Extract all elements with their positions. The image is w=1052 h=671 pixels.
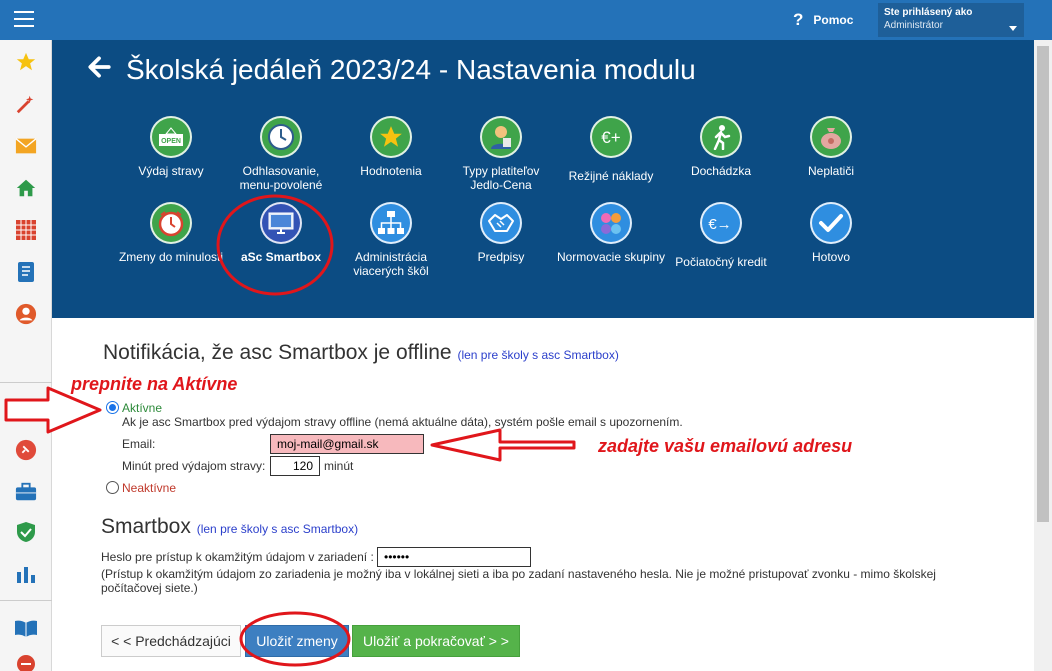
tile-label: Neplatiči <box>807 164 855 178</box>
home-icon[interactable] <box>12 174 40 202</box>
euro-plus-icon: €+ <box>590 116 632 158</box>
chart-icon[interactable] <box>12 560 40 588</box>
notification-description: Ak je asc Smartbox pred výdajom stravy o… <box>122 415 683 429</box>
save-button[interactable]: Uložiť zmeny <box>245 625 349 657</box>
tile-label: Odhlasovanie, menu-povolené <box>239 164 323 192</box>
svg-text:OPEN: OPEN <box>161 138 181 145</box>
inactive-label[interactable]: Neaktívne <box>122 481 176 495</box>
help-button[interactable]: ? Pomoc <box>793 10 853 30</box>
star-icon <box>370 116 412 158</box>
euro-arrow-icon: €→ <box>700 202 742 244</box>
monitor-icon <box>260 202 302 244</box>
annotation-switch-active: prepnite na Aktívne <box>71 374 238 394</box>
tile-neplatici[interactable]: Neplatiči <box>776 116 886 178</box>
notification-heading-note: (len pre školy s asc Smartbox) <box>457 348 619 362</box>
tile-predpisy[interactable]: Predpisy <box>446 202 556 264</box>
tile-hodnotenia[interactable]: Hodnotenia <box>336 116 446 178</box>
tile-vydaj-stravy[interactable]: OPEN Výdaj stravy <box>116 116 226 178</box>
stop-icon[interactable] <box>12 650 40 671</box>
tile-label: Hodnotenia <box>360 164 422 178</box>
magic-wand-icon[interactable] <box>12 90 40 118</box>
tile-dochadzka[interactable]: Dochádzka <box>666 116 776 178</box>
tile-label: Typy platiteľov Jedlo-Cena <box>462 164 540 192</box>
page-title: Školská jedáleň 2023/24 - Nastavenia mod… <box>126 54 696 85</box>
left-sidebar <box>0 40 52 671</box>
smartbox-heading: Smartbox <box>101 515 191 538</box>
tile-label: Počiatočný kredit <box>675 255 767 269</box>
tile-label: Administrácia viacerých škôl <box>353 250 429 278</box>
minutes-label: Minút pred výdajom stravy: <box>122 459 266 473</box>
tile-label: Normovacie skupiny <box>556 250 666 264</box>
active-radio[interactable] <box>106 401 119 414</box>
user-caption: Ste prihlásený ako <box>884 7 973 18</box>
tile-label: Dochádzka <box>690 164 752 178</box>
tile-label: Režijné náklady <box>568 169 654 183</box>
tile-asc-smartbox[interactable]: aSc Smartbox <box>226 202 336 264</box>
tile-label: Zmeny do minulosti <box>118 250 224 264</box>
network-icon <box>370 202 412 244</box>
notification-section: Notifikácia, že asc Smartbox je offline … <box>103 341 619 365</box>
tile-label: Predpisy <box>477 250 525 264</box>
tile-hotovo[interactable]: Hotovo <box>776 202 886 264</box>
tile-normovacie-skupiny[interactable]: Normovacie skupiny <box>556 202 666 264</box>
help-icon: ? <box>793 10 804 29</box>
groups-icon <box>590 202 632 244</box>
shield-icon[interactable] <box>12 518 40 546</box>
pin-icon[interactable] <box>12 436 40 464</box>
check-icon <box>810 202 852 244</box>
open-sign-icon: OPEN <box>150 116 192 158</box>
email-input[interactable] <box>270 434 424 454</box>
help-label: Pomoc <box>813 13 854 27</box>
minutes-input[interactable] <box>270 456 320 476</box>
tile-odhlasovanie[interactable]: Odhlasovanie, menu-povolené <box>226 116 336 192</box>
annotation-enter-email: zadajte vašu emailovú adresu <box>598 436 853 456</box>
minutes-unit: minút <box>324 459 354 473</box>
chevron-down-icon <box>1009 26 1017 31</box>
clock-icon <box>260 116 302 158</box>
book-icon[interactable] <box>12 258 40 286</box>
svg-text:€+: €+ <box>601 128 620 147</box>
svg-text:€→: €→ <box>708 216 731 233</box>
smartbox-note: (Prístup k okamžitým údajom zo zariadeni… <box>101 567 936 595</box>
scrollbar-thumb[interactable] <box>1037 46 1049 522</box>
arrow-to-email-input <box>430 428 576 462</box>
person-icon <box>480 116 522 158</box>
open-book-icon[interactable] <box>12 614 40 642</box>
mail-icon[interactable] <box>12 132 40 160</box>
money-bag-icon <box>810 116 852 158</box>
tile-pociatocny-kredit[interactable]: €→ Počiatočný kredit <box>666 202 776 269</box>
walking-icon <box>700 116 742 158</box>
back-arrow-icon[interactable] <box>86 54 112 80</box>
smartbox-section: Smartbox (len pre školy s asc Smartbox) <box>101 515 358 539</box>
top-bar: ? Pomoc Ste prihlásený ako Administrátor <box>0 0 1052 40</box>
handshake-icon <box>480 202 522 244</box>
tile-administracia-skol[interactable]: Administrácia viacerých škôl <box>336 202 446 278</box>
tile-typy-platitelov[interactable]: Typy platiteľov Jedlo-Cena <box>446 116 556 192</box>
email-label: Email: <box>122 437 156 451</box>
save-continue-button[interactable]: Uložiť a pokračovať > > <box>352 625 520 657</box>
calendar-grid-icon[interactable] <box>12 216 40 244</box>
tile-rezijne-naklady[interactable]: €+ Režijné náklady <box>556 116 666 183</box>
user-dropdown[interactable]: Ste prihlásený ako Administrátor <box>878 3 1024 37</box>
smartbox-heading-note: (len pre školy s asc Smartbox) <box>196 522 359 536</box>
tile-label: aSc Smartbox <box>240 250 322 264</box>
tile-label: Výdaj stravy <box>138 164 204 178</box>
clock-alarm-icon <box>150 202 192 244</box>
menu-icon[interactable] <box>14 11 34 27</box>
inactive-radio[interactable] <box>106 481 119 494</box>
tile-label: Hotovo <box>811 250 851 264</box>
notification-heading: Notifikácia, že asc Smartbox je offline <box>103 341 452 364</box>
star-icon[interactable] <box>12 48 40 76</box>
password-input[interactable] <box>377 547 531 567</box>
user-icon[interactable] <box>12 300 40 328</box>
active-label[interactable]: Aktívne <box>122 401 162 415</box>
tile-zmeny-do-minulosti[interactable]: Zmeny do minulosti <box>116 202 226 264</box>
user-role: Administrátor <box>884 20 943 31</box>
previous-button[interactable]: < < Predchádzajúci <box>101 625 241 657</box>
briefcase-icon[interactable] <box>12 478 40 506</box>
password-label: Heslo pre prístup k okamžitým údajom v z… <box>101 550 374 564</box>
